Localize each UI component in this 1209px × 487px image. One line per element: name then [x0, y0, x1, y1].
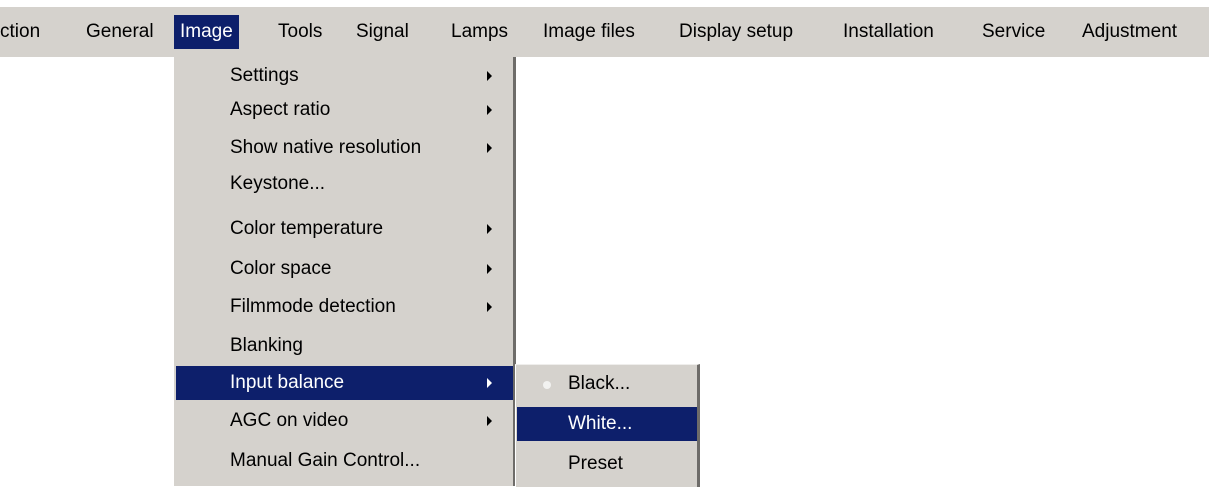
menu-item-label: Settings	[230, 65, 299, 86]
submenu-arrow-icon	[487, 224, 492, 234]
menu-item-label: AGC on video	[230, 410, 349, 431]
menu-item-label: Show native resolution	[230, 137, 422, 158]
menu-item-aspect-ratio[interactable]: Aspect ratio	[173, 93, 513, 127]
submenu-item-preset[interactable]: Preset	[515, 447, 697, 481]
menu-item-manual-gain-control[interactable]: Manual Gain Control...	[173, 444, 513, 478]
menu-item-label: Blanking	[230, 335, 303, 356]
menu-item-settings[interactable]: Settings	[173, 59, 513, 93]
menubar-item-function[interactable]: ction	[0, 15, 40, 49]
menubar-item-service[interactable]: Service	[982, 15, 1045, 49]
menu-item-label: Filmmode detection	[230, 296, 396, 317]
menu-item-color-space[interactable]: Color space	[173, 252, 513, 286]
menu-item-input-balance[interactable]: Input balance	[176, 366, 513, 400]
menu-item-color-temperature[interactable]: Color temperature	[173, 212, 513, 246]
menubar-item-general[interactable]: General	[86, 15, 154, 49]
submenu-arrow-icon	[487, 378, 492, 388]
submenu-arrow-icon	[487, 71, 492, 81]
menu-item-label: Color temperature	[230, 218, 384, 239]
menu-item-label: Manual Gain Control...	[230, 450, 421, 471]
menu-item-label: Input balance	[230, 372, 345, 393]
submenu-item-label: Black...	[568, 373, 631, 394]
menu-bar: ction General Image Tools Signal Lamps I…	[0, 7, 1209, 57]
submenu-item-label: Preset	[568, 453, 623, 474]
submenu-arrow-icon	[487, 105, 492, 115]
menu-item-show-native-resolution[interactable]: Show native resolution	[173, 131, 513, 165]
submenu-arrow-icon	[487, 264, 492, 274]
menu-item-label: Color space	[230, 258, 332, 279]
menubar-item-tools[interactable]: Tools	[278, 15, 322, 49]
menu-item-label: Keystone...	[230, 173, 326, 194]
input-balance-submenu: Black... White... Preset	[515, 364, 700, 487]
selected-dot-icon	[543, 381, 551, 389]
menubar-item-image-files[interactable]: Image files	[543, 15, 635, 49]
menu-item-blanking[interactable]: Blanking	[173, 329, 513, 363]
menu-item-filmmode-detection[interactable]: Filmmode detection	[173, 290, 513, 324]
menu-item-agc-on-video[interactable]: AGC on video	[173, 404, 513, 438]
image-dropdown-menu: Settings Aspect ratio Show native resolu…	[173, 57, 516, 486]
submenu-arrow-icon	[487, 302, 492, 312]
menubar-item-installation[interactable]: Installation	[843, 15, 934, 49]
menubar-item-lamps[interactable]: Lamps	[451, 15, 508, 49]
submenu-item-label: White...	[568, 413, 633, 434]
menubar-item-display-setup[interactable]: Display setup	[679, 15, 793, 49]
menu-item-label: Aspect ratio	[230, 99, 331, 120]
menu-item-keystone[interactable]: Keystone...	[173, 167, 513, 201]
menubar-item-adjustment[interactable]: Adjustment	[1082, 15, 1177, 49]
menubar-item-image[interactable]: Image	[174, 15, 239, 49]
submenu-arrow-icon	[487, 416, 492, 426]
submenu-arrow-icon	[487, 143, 492, 153]
submenu-item-white[interactable]: White...	[517, 407, 697, 441]
menubar-item-signal[interactable]: Signal	[356, 15, 409, 49]
submenu-item-black[interactable]: Black...	[515, 367, 697, 401]
